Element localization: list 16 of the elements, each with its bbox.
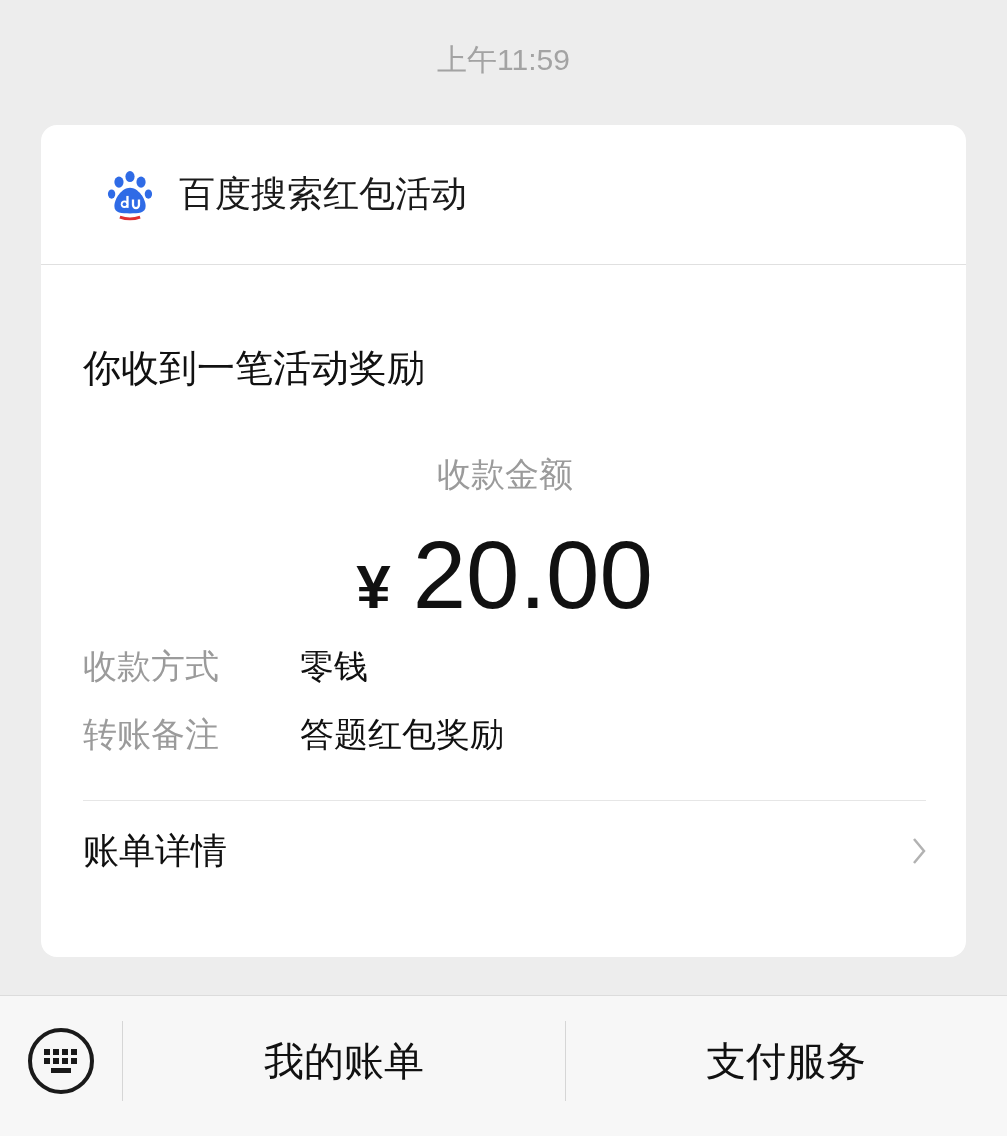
message-heading: 你收到一笔活动奖励 <box>83 346 425 391</box>
timestamp: 上午11:59 <box>437 42 570 78</box>
paw-logo-icon <box>107 168 153 221</box>
bar-button[interactable]: 我的账单 <box>123 1021 566 1101</box>
amount-label: 收款金额 <box>436 454 573 495</box>
detail-label: 收款方式 <box>83 646 220 687</box>
amount-value: 20.00 <box>412 520 653 630</box>
keyboard-icon[interactable] <box>27 1027 95 1095</box>
chevron-right-icon <box>912 837 926 865</box>
detail-value: 答题红包奖励 <box>300 714 504 755</box>
source-title: 百度搜索红包活动 <box>179 172 467 216</box>
detail-value: 零钱 <box>300 646 368 687</box>
currency-symbol: ¥ <box>356 551 391 622</box>
bar-button[interactable]: 支付服务 <box>565 1021 1007 1101</box>
bill-details-link[interactable]: 账单详情 <box>83 801 926 901</box>
detail-label: 转账备注 <box>83 714 220 755</box>
